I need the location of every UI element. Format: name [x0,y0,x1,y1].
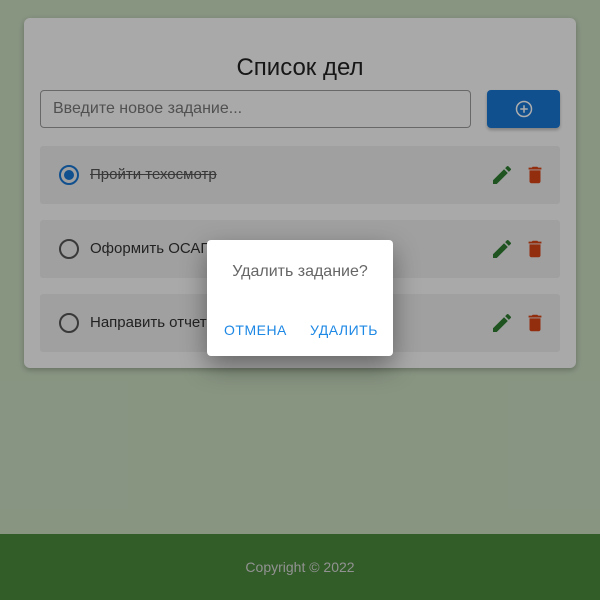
confirm-delete-button[interactable]: Удалить [310,322,378,338]
dialog-title: Удалить задание? [232,263,368,280]
delete-confirm-dialog: Удалить задание? Отмена Удалить [207,240,393,356]
cancel-button[interactable]: Отмена [224,322,287,338]
